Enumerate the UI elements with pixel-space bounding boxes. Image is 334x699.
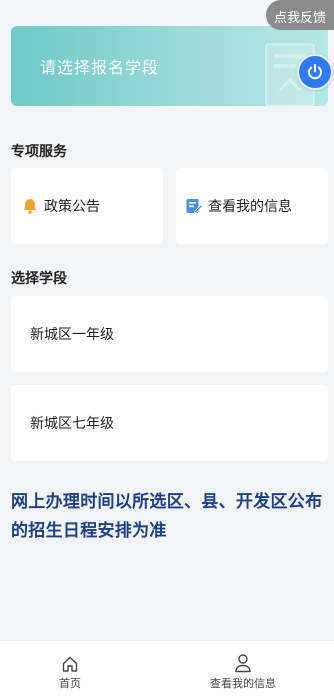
edit-note-icon: [185, 197, 203, 215]
feedback-button[interactable]: 点我反馈: [266, 0, 334, 30]
policy-announcement-label: 政策公告: [44, 199, 100, 215]
tab-my-info[interactable]: 查看我的信息: [196, 641, 290, 699]
bell-icon: [21, 197, 39, 215]
tab-my-info-label: 查看我的信息: [210, 676, 276, 690]
policy-announcement-card[interactable]: 政策公告: [11, 168, 163, 244]
grade-option-card[interactable]: 新城区七年级: [11, 385, 328, 461]
power-button[interactable]: [297, 54, 333, 90]
feedback-label: 点我反馈: [273, 11, 326, 26]
view-my-info-card[interactable]: 查看我的信息: [176, 168, 328, 244]
grade-option-card[interactable]: 新城区一年级: [11, 296, 328, 372]
enrollment-notice: 网上办理时间以所选区、县、开发区公布的招生日程安排为准: [11, 492, 323, 541]
user-icon: [234, 651, 252, 673]
tab-home[interactable]: 首页: [40, 641, 100, 699]
banner-text: 请选择报名学段: [40, 58, 160, 77]
app-page: 点我反馈 请选择报名学段 专项服务 政策公告 查看我的信息 选择学段 新城区一年…: [0, 0, 334, 699]
select-stage-banner[interactable]: 请选择报名学段: [11, 26, 328, 106]
services-section-title: 专项服务: [11, 144, 67, 160]
tab-home-label: 首页: [59, 676, 81, 690]
grade-option-label: 新城区一年级: [30, 327, 114, 343]
grade-option-label: 新城区七年级: [30, 416, 114, 432]
home-icon: [61, 651, 79, 673]
view-my-info-label: 查看我的信息: [208, 199, 292, 215]
bottom-tab-bar: 首页 查看我的信息: [0, 640, 334, 699]
grades-section-title: 选择学段: [11, 271, 67, 287]
power-icon: [308, 64, 322, 80]
